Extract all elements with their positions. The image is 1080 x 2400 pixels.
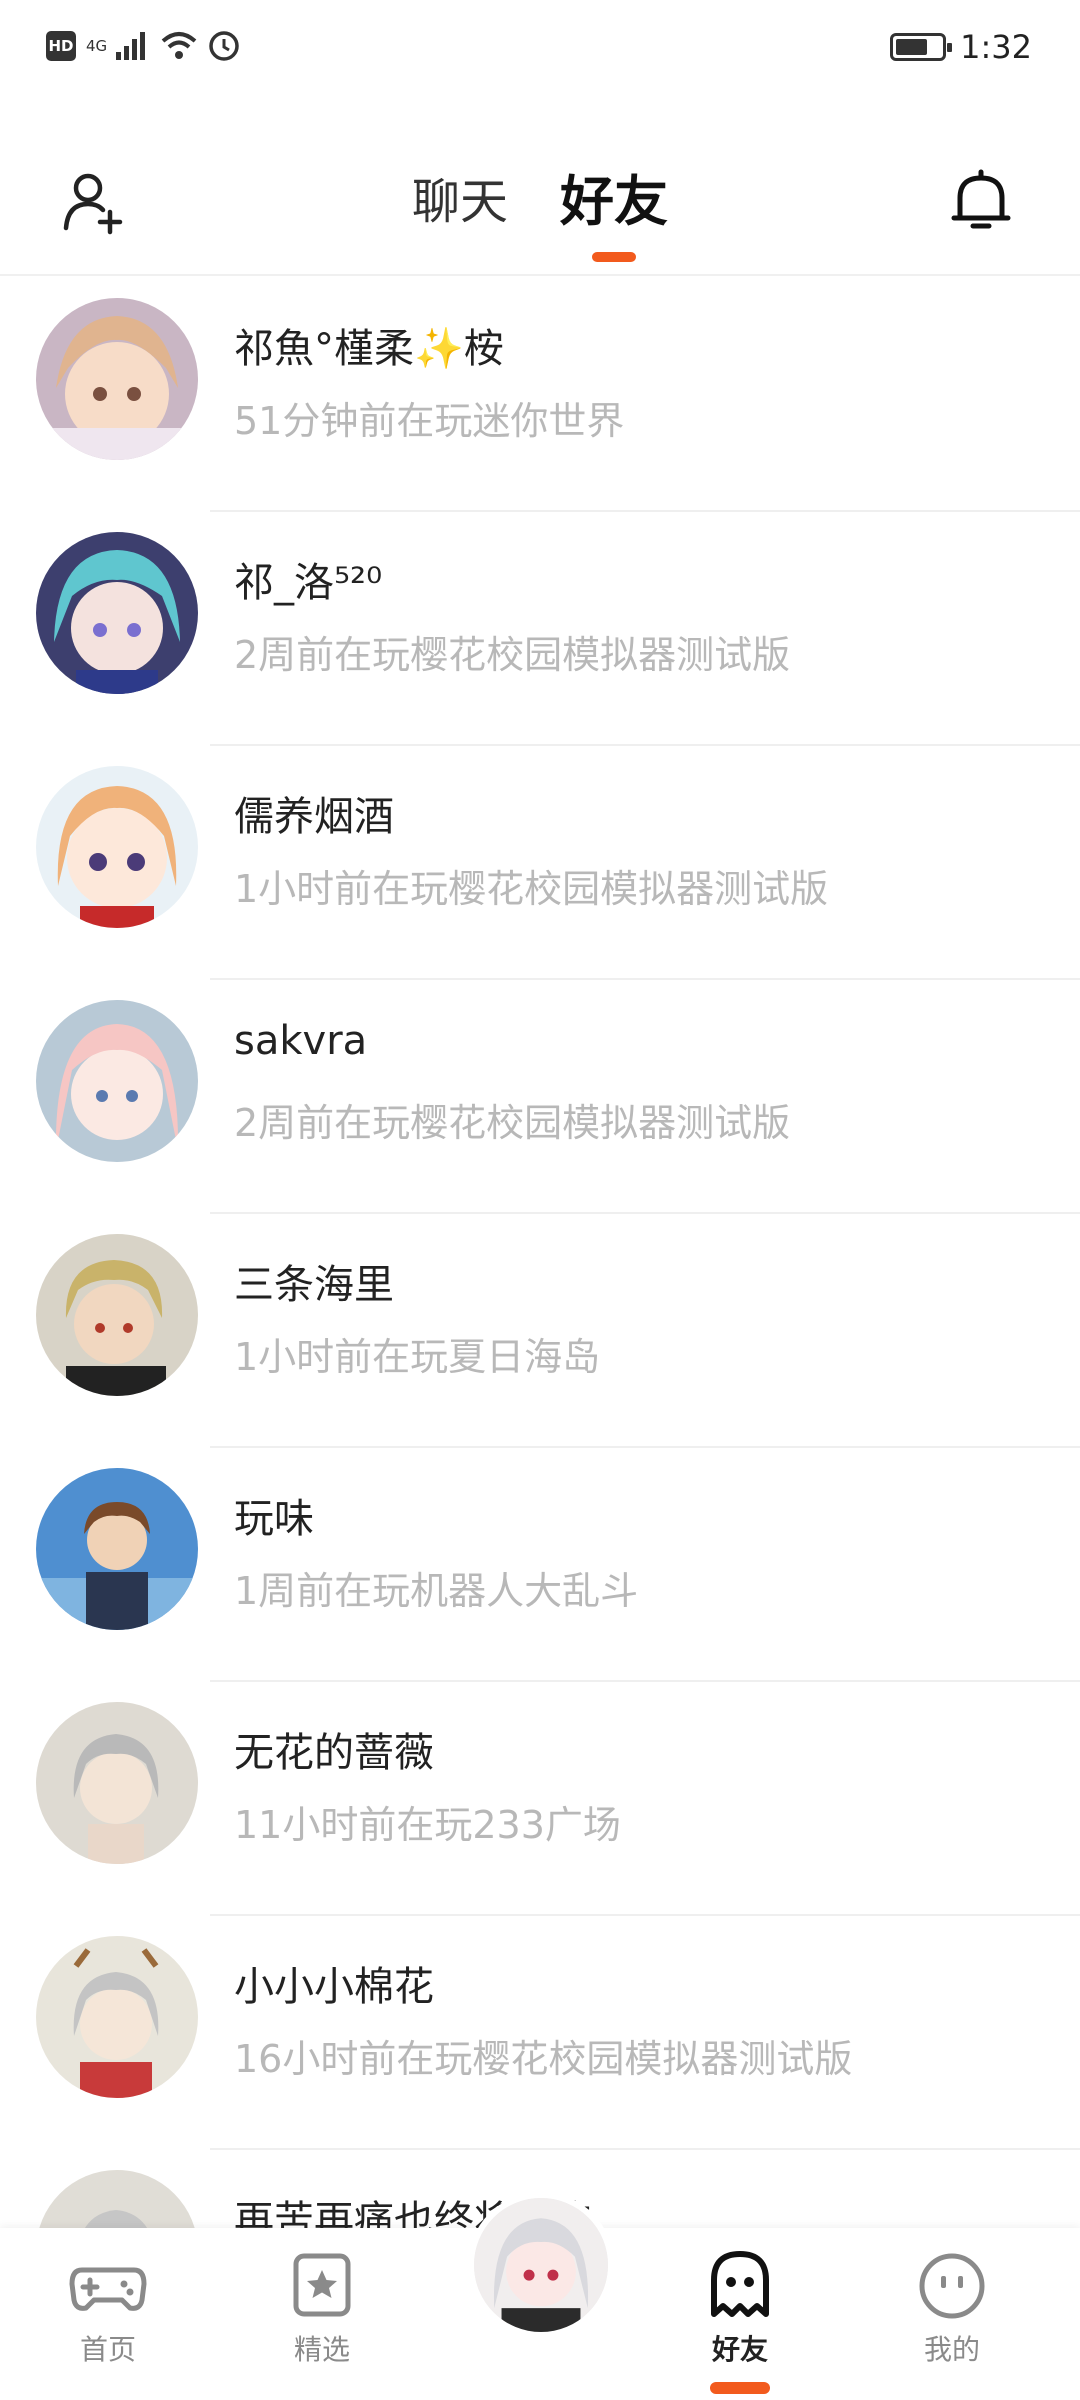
avatar[interactable] <box>36 1936 198 2098</box>
avatar[interactable] <box>36 766 198 928</box>
friend-name: 儒养烟酒 <box>234 794 394 840</box>
tab-chat[interactable]: 聊天 <box>412 170 508 250</box>
friend-status: 1小时前在玩夏日海岛 <box>234 1335 601 1379</box>
wifi-icon <box>161 32 197 59</box>
star-card-icon <box>293 2253 351 2317</box>
avatar[interactable] <box>36 1468 198 1630</box>
signal-icon <box>116 32 145 60</box>
alarm-icon <box>209 31 239 61</box>
avatar[interactable] <box>36 532 198 694</box>
nav-friends[interactable]: 好友 <box>660 2250 820 2394</box>
friend-status: 1周前在玩机器人大乱斗 <box>234 1569 639 1613</box>
friend-status: 2周前在玩樱花校园模拟器测试版 <box>234 1101 791 1145</box>
friend-status: 11小时前在玩233广场 <box>234 1803 621 1847</box>
tab-indicator <box>592 252 636 262</box>
gamepad-icon <box>69 2267 147 2311</box>
bell-icon[interactable] <box>946 166 1016 236</box>
friend-row[interactable]: 无花的蔷薇 11小时前在玩233广场 <box>0 1682 1080 1916</box>
friend-row[interactable]: 祁魚°槿柔✨桉 51分钟前在玩迷你世界 <box>0 278 1080 512</box>
friend-name: 玩味 <box>234 1496 314 1542</box>
friend-status: 51分钟前在玩迷你世界 <box>234 399 625 443</box>
friend-name: 三条海里 <box>234 1262 394 1308</box>
friend-name: sakvra <box>234 1018 368 1064</box>
friend-row[interactable]: 三条海里 1小时前在玩夏日海岛 <box>0 1214 1080 1448</box>
friend-name: 无花的蔷薇 <box>234 1730 434 1776</box>
friend-row[interactable]: sakvra 2周前在玩樱花校园模拟器测试版 <box>0 980 1080 1214</box>
avatar[interactable] <box>36 1000 198 1162</box>
friend-status: 2周前在玩樱花校园模拟器测试版 <box>234 633 791 677</box>
nav-label: 我的 <box>923 2333 980 2366</box>
network-type: 4G <box>86 37 108 55</box>
friend-name: 祁魚°槿柔✨桉 <box>234 326 504 372</box>
friend-row[interactable]: 小小小棉花 16小时前在玩樱花校园模拟器测试版 <box>0 1916 1080 2150</box>
center-avatar-button[interactable] <box>468 2192 614 2338</box>
friend-status: 1小时前在玩樱花校园模拟器测试版 <box>234 867 829 911</box>
hd-badge: HD <box>46 31 76 61</box>
status-bar: HD 4G 1:32 <box>0 0 1080 100</box>
face-icon <box>919 2253 985 2319</box>
nav-label: 精选 <box>293 2333 350 2366</box>
friend-name: 小小小棉花 <box>234 1964 434 2010</box>
nav-label: 首页 <box>79 2333 136 2366</box>
clock: 1:32 <box>960 28 1032 66</box>
ghost-icon <box>711 2251 769 2317</box>
friend-row[interactable]: 祁_洛⁵²⁰ 2周前在玩樱花校园模拟器测试版 <box>0 512 1080 746</box>
friend-name: 祁_洛⁵²⁰ <box>234 560 383 606</box>
nav-label: 好友 <box>711 2333 768 2366</box>
nav-featured[interactable]: 精选 <box>242 2250 402 2368</box>
friend-status: 16小时前在玩樱花校园模拟器测试版 <box>234 2037 853 2081</box>
friends-screen: HD 4G 1:32 聊天 好友 祁魚°槿柔✨桉 51分钟前在玩迷你世界 祁_洛… <box>0 0 1080 2400</box>
avatar[interactable] <box>36 1702 198 1864</box>
bottom-nav: 首页 精选 好友 我的 <box>0 2192 1080 2400</box>
avatar[interactable] <box>36 298 198 460</box>
tab-bar: 聊天 好友 <box>0 170 1080 262</box>
friend-row[interactable]: 儒养烟酒 1小时前在玩樱花校园模拟器测试版 <box>0 746 1080 980</box>
friend-row[interactable]: 玩味 1周前在玩机器人大乱斗 <box>0 1448 1080 1682</box>
tab-friends[interactable]: 好友 <box>560 170 668 262</box>
friend-list: 祁魚°槿柔✨桉 51分钟前在玩迷你世界 祁_洛⁵²⁰ 2周前在玩樱花校园模拟器测… <box>0 278 1080 2384</box>
avatar[interactable] <box>36 1234 198 1396</box>
status-icons-left: HD 4G <box>46 30 240 62</box>
nav-profile[interactable]: 我的 <box>872 2250 1032 2368</box>
nav-home[interactable]: 首页 <box>28 2250 188 2368</box>
nav-active-indicator <box>710 2382 770 2394</box>
top-bar: 聊天 好友 <box>0 130 1080 276</box>
battery-icon <box>890 33 953 61</box>
status-icons-right: 1:32 <box>890 28 1032 66</box>
